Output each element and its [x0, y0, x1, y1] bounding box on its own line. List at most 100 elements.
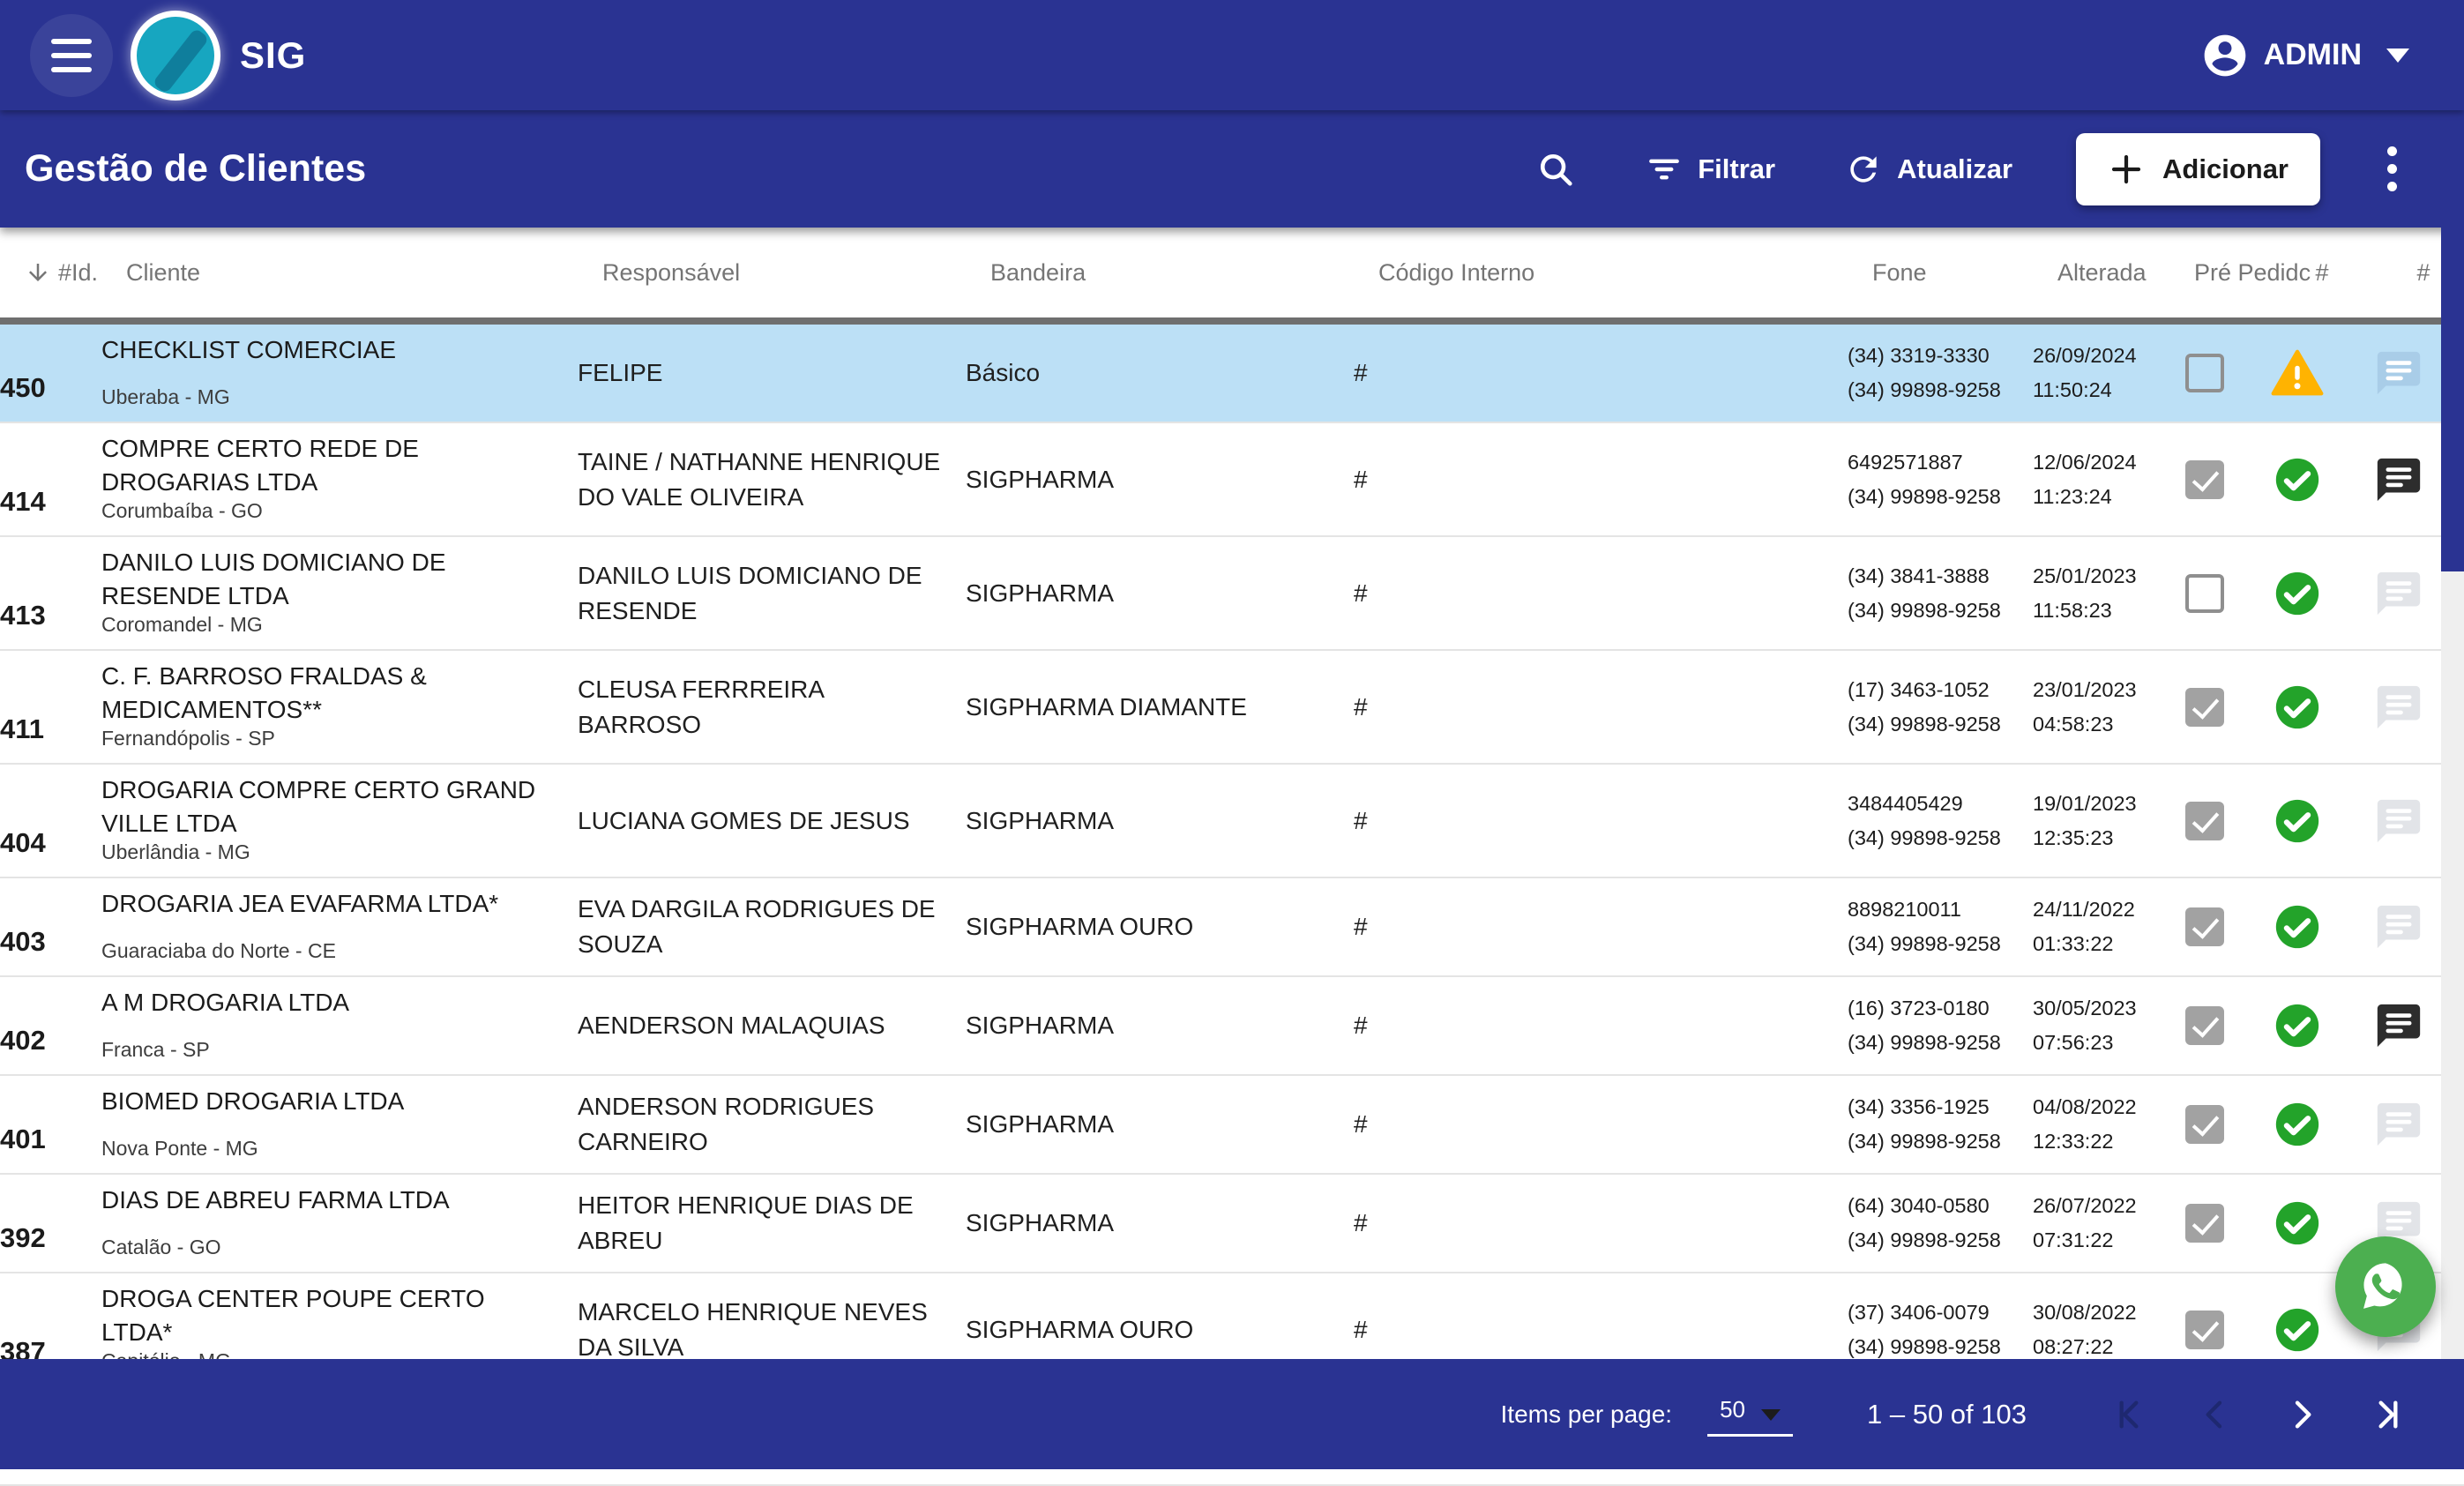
- filter-icon: [1645, 150, 1684, 189]
- pre-pedido-checkbox[interactable]: [2185, 907, 2224, 946]
- add-label: Adicionar: [2162, 153, 2289, 185]
- fone-line2: (34) 99898-9258: [1848, 1026, 2033, 1060]
- fone-line2: (34) 99898-9258: [1848, 1223, 2033, 1258]
- message-bubble-icon[interactable]: [2373, 901, 2424, 952]
- pre-pedido-checkbox[interactable]: [2185, 688, 2224, 727]
- status-cell: [2240, 901, 2355, 952]
- header-codigo-interno: Código Interno: [1378, 259, 1872, 287]
- cell-mensagens: 0: [2355, 1099, 2443, 1150]
- first-page-icon: [2111, 1422, 2147, 1435]
- success-icon: [2272, 1198, 2323, 1249]
- first-page-button[interactable]: [2111, 1397, 2147, 1432]
- cell-fone: (34) 3356-1925 (34) 99898-9258: [1848, 1090, 2033, 1159]
- table-row[interactable]: 450 CHECKLIST COMERCIAE Uberaba - MG FEL…: [0, 325, 2464, 423]
- filter-label: Filtrar: [1698, 153, 1775, 185]
- alterada-time: 07:31:22: [2033, 1223, 2169, 1258]
- status-cell: [2240, 454, 2355, 505]
- client-name: COMPRE CERTO REDE DE DROGARIAS LTDA: [101, 432, 551, 499]
- fone-line2: (34) 99898-9258: [1848, 927, 2033, 961]
- table-row[interactable]: 414 COMPRE CERTO REDE DE DROGARIAS LTDA …: [0, 423, 2464, 537]
- header-id[interactable]: #Id.: [25, 259, 126, 287]
- fone-line1: 3484405429: [1848, 787, 2033, 821]
- whatsapp-fab[interactable]: [2335, 1236, 2436, 1337]
- last-page-button[interactable]: [2371, 1397, 2406, 1432]
- table-row[interactable]: 401 BIOMED DROGARIA LTDA Nova Ponte - MG…: [0, 1076, 2464, 1175]
- cell-alterada: 26/07/2022 07:31:22: [2033, 1189, 2169, 1258]
- client-city: Fernandópolis - SP: [101, 727, 551, 750]
- page-range: 1 – 50 of 103: [1867, 1399, 2027, 1430]
- cell-fone: (64) 3040-0580 (34) 99898-9258: [1848, 1189, 2033, 1258]
- cell-mensagens: 0: [2355, 795, 2443, 847]
- next-page-button[interactable]: [2284, 1397, 2319, 1432]
- message-bubble-icon[interactable]: [2373, 682, 2424, 733]
- brand-name: SIG: [240, 34, 306, 77]
- cell-cliente: CHECKLIST COMERCIAE Uberaba - MG: [101, 330, 578, 416]
- fone-line2: (34) 99898-9258: [1848, 480, 2033, 514]
- cell-alterada: 25/01/2023 11:58:23: [2033, 559, 2169, 628]
- message-bubble-icon[interactable]: [2373, 795, 2424, 847]
- table-row[interactable]: 411 C. F. BARROSO FRALDAS & MEDICAMENTOS…: [0, 651, 2464, 765]
- user-menu[interactable]: ADMIN: [2195, 30, 2415, 81]
- table-row[interactable]: 402 A M DROGARIA LTDA Franca - SP AENDER…: [0, 977, 2464, 1076]
- table-row[interactable]: 413 DANILO LUIS DOMICIANO DE RESENDE LTD…: [0, 537, 2464, 651]
- client-city: Guaraciaba do Norte - CE: [101, 939, 551, 963]
- pre-pedido-checkbox[interactable]: [2185, 1311, 2224, 1349]
- fone-line1: (37) 3406-0079: [1848, 1296, 2033, 1330]
- status-cell: [2240, 1000, 2355, 1051]
- refresh-label: Atualizar: [1897, 153, 2012, 185]
- cell-cliente: BIOMED DROGARIA LTDA Nova Ponte - MG: [101, 1081, 578, 1168]
- pre-pedido-checkbox[interactable]: [2185, 1105, 2224, 1144]
- pagination-bar: Items per page: 50 1 – 50 of 103: [0, 1359, 2464, 1469]
- table-row[interactable]: 404 DROGARIA COMPRE CERTO GRAND VILLE LT…: [0, 765, 2464, 878]
- table-row[interactable]: 403 DROGARIA JEA EVAFARMA LTDA* Guaracia…: [0, 878, 2464, 977]
- pre-pedido-checkbox[interactable]: [2185, 1006, 2224, 1045]
- pre-pedido-checkbox[interactable]: [2185, 574, 2224, 613]
- message-bubble-icon[interactable]: [2373, 1000, 2424, 1051]
- header-fone: Fone: [1872, 259, 2057, 287]
- search-button[interactable]: [1530, 148, 1581, 190]
- cell-responsavel: EVA DARGILA RODRIGUES DE SOUZA: [578, 892, 966, 962]
- more-options-button[interactable]: [2378, 138, 2406, 200]
- cell-bandeira: SIGPHARMA: [966, 1107, 1354, 1142]
- cell-mensagens: 0: [2355, 347, 2443, 399]
- pre-pedido-checkbox[interactable]: [2185, 1204, 2224, 1243]
- success-icon: [2272, 1000, 2323, 1051]
- menu-button[interactable]: [30, 14, 113, 97]
- refresh-button[interactable]: Atualizar: [1839, 149, 2018, 190]
- client-name: DROGARIA JEA EVAFARMA LTDA*: [101, 887, 551, 921]
- sort-desc-icon[interactable]: [25, 259, 51, 286]
- items-per-page-label: Items per page:: [1501, 1400, 1673, 1429]
- last-page-icon: [2371, 1422, 2406, 1435]
- fone-line1: (34) 3356-1925: [1848, 1090, 2033, 1124]
- header-bandeira: Bandeira: [990, 259, 1378, 287]
- message-bubble-icon[interactable]: [2373, 454, 2424, 505]
- cell-pre-pedido: [2169, 354, 2240, 392]
- pre-pedido-checkbox[interactable]: [2185, 802, 2224, 840]
- add-button[interactable]: Adicionar: [2076, 133, 2320, 205]
- cell-bandeira: SIGPHARMA OURO: [966, 1312, 1354, 1348]
- fone-line1: (34) 3319-3330: [1848, 339, 2033, 373]
- status-cell: [2240, 346, 2355, 400]
- prev-page-button[interactable]: [2198, 1397, 2233, 1432]
- table-row[interactable]: 392 DIAS DE ABREU FARMA LTDA Catalão - G…: [0, 1175, 2464, 1273]
- cell-pre-pedido: [2169, 802, 2240, 840]
- message-bubble-icon[interactable]: [2373, 568, 2424, 619]
- filter-button[interactable]: Filtrar: [1639, 149, 1781, 190]
- message-bubble-icon[interactable]: [2373, 1099, 2424, 1150]
- alterada-date: 19/01/2023: [2033, 787, 2169, 821]
- fone-line1: (17) 3463-1052: [1848, 673, 2033, 707]
- message-bubble-icon[interactable]: [2373, 347, 2424, 399]
- cell-fone: 6492571887 (34) 99898-9258: [1848, 445, 2033, 514]
- plus-icon: [2108, 151, 2145, 188]
- cell-alterada: 24/11/2022 01:33:22: [2033, 892, 2169, 961]
- cell-codigo-interno: #: [1354, 1107, 1848, 1142]
- alterada-date: 26/09/2024: [2033, 339, 2169, 373]
- pre-pedido-checkbox[interactable]: [2185, 460, 2224, 499]
- cell-mensagens: 0: [2355, 901, 2443, 952]
- cell-codigo-interno: #: [1354, 462, 1848, 497]
- cell-pre-pedido: [2169, 1311, 2240, 1349]
- scrollbar-thumb[interactable]: [2441, 228, 2464, 571]
- items-per-page-select[interactable]: 50: [1707, 1393, 1793, 1437]
- client-city: Catalão - GO: [101, 1236, 551, 1259]
- pre-pedido-checkbox[interactable]: [2185, 354, 2224, 392]
